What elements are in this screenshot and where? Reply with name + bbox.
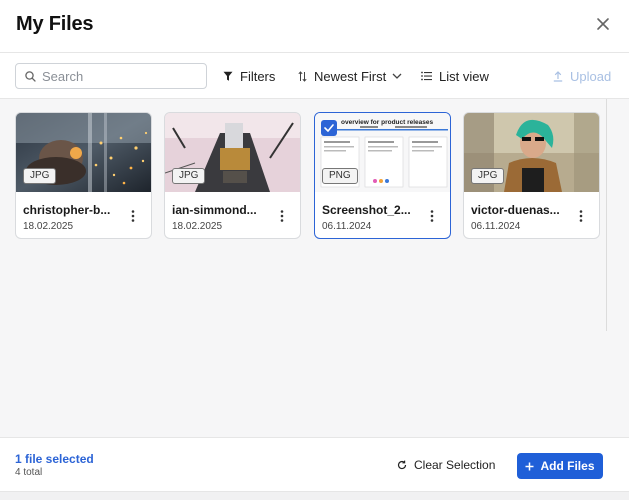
upload-label: Upload <box>570 68 612 84</box>
scrollbar[interactable] <box>606 99 607 331</box>
selection-checkbox[interactable] <box>321 120 337 136</box>
upload-icon <box>553 70 563 82</box>
file-date: 06.11.2024 <box>471 221 521 232</box>
clear-selection-label: Clear Selection <box>414 458 496 472</box>
search-icon <box>25 71 36 82</box>
close-icon[interactable] <box>596 17 610 31</box>
more-options-icon[interactable] <box>131 210 135 222</box>
refresh-icon <box>397 460 407 470</box>
search-input[interactable] <box>42 67 202 85</box>
search-box[interactable] <box>15 63 207 89</box>
bottom-strip <box>0 491 629 500</box>
file-date: 18.02.2025 <box>23 221 74 232</box>
more-options-icon[interactable] <box>430 210 434 222</box>
file-name: christopher-b... <box>23 203 111 217</box>
plus-icon <box>525 462 534 470</box>
add-files-label: Add Files <box>540 459 595 473</box>
chevron-down-icon <box>392 73 402 79</box>
filters-label: Filters <box>240 68 276 84</box>
file-type-badge: JPG <box>172 168 206 184</box>
view-label: List view <box>439 68 489 84</box>
upload-button[interactable]: Upload <box>553 67 611 85</box>
sort-icon <box>298 70 307 82</box>
file-date: 18.02.2025 <box>172 221 223 232</box>
file-name: victor-duenas... <box>471 203 560 217</box>
page-title: My Files <box>16 13 94 35</box>
toolbar: Filters Newest First List view Upload <box>0 53 629 99</box>
clear-selection-button[interactable]: Clear Selection <box>397 458 495 472</box>
file-type-badge: JPG <box>471 168 505 184</box>
file-card-selected[interactable]: overview for product releases PNG Screen… <box>314 112 451 239</box>
total-count: 4 total <box>15 467 43 478</box>
more-options-icon[interactable] <box>579 210 583 222</box>
file-card[interactable]: JPG christopher-b... 18.02.2025 <box>15 112 152 239</box>
more-options-icon[interactable] <box>280 210 284 222</box>
modal-header: My Files <box>0 0 629 53</box>
file-name: ian-simmond... <box>172 203 257 217</box>
filters-button[interactable]: Filters <box>223 67 275 85</box>
add-files-button[interactable]: Add Files <box>517 453 603 479</box>
file-type-badge: PNG <box>322 168 358 184</box>
file-card[interactable]: JPG ian-simmond... 18.02.2025 <box>164 112 301 239</box>
sort-label: Newest First <box>314 68 387 84</box>
selected-count: 1 file selected <box>15 452 94 466</box>
checkmark-icon <box>324 124 334 132</box>
file-name: Screenshot_2... <box>322 203 411 217</box>
preview-title: overview for product releases <box>341 119 434 126</box>
sort-dropdown[interactable]: Newest First <box>298 67 402 85</box>
file-card[interactable]: JPG victor-duenas... 06.11.2024 <box>463 112 600 239</box>
list-view-button[interactable]: List view <box>421 67 489 85</box>
filter-icon <box>223 71 233 81</box>
file-grid: JPG christopher-b... 18.02.2025 JPG ian-… <box>0 99 629 437</box>
file-type-badge: JPG <box>23 168 57 184</box>
list-icon <box>421 71 432 81</box>
file-date: 06.11.2024 <box>322 221 372 232</box>
